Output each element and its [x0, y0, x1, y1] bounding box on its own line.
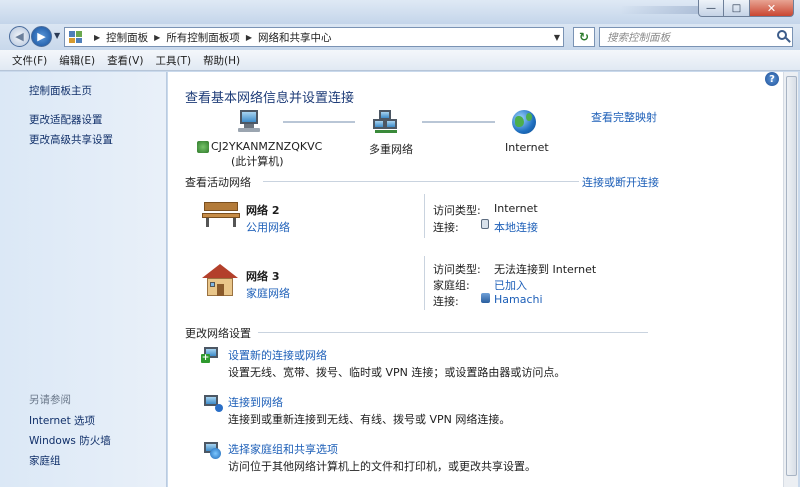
active-networks-heading: 查看活动网络	[185, 176, 251, 189]
internet-globe-icon	[512, 110, 536, 134]
setup-connection-link[interactable]: 设置新的连接或网络	[228, 347, 327, 363]
network-3-divider	[424, 256, 425, 310]
sidebar-link-firewall[interactable]: Windows 防火墙	[29, 433, 111, 448]
network-3-homegroup-label: 家庭组:	[433, 279, 470, 292]
network-3-access-label: 访问类型:	[433, 263, 481, 276]
network-2-connection-label: 连接:	[433, 221, 459, 234]
network-2-name: 网络 2	[246, 204, 280, 217]
homegroup-sharing-desc: 访问位于其他网络计算机上的文件和打印机，或更改共享设置。	[228, 460, 536, 473]
section-divider	[258, 332, 648, 333]
sidebar-link-advanced-sharing[interactable]: 更改高级共享设置	[29, 132, 113, 147]
menu-view[interactable]: 查看(V)	[101, 53, 149, 68]
sidebar: 控制面板主页 更改适配器设置 更改高级共享设置 另请参阅 Internet 选项…	[0, 72, 167, 487]
breadcrumb-arrow-icon[interactable]: ▶	[154, 33, 160, 42]
sidebar-link-adapter-settings[interactable]: 更改适配器设置	[29, 112, 103, 127]
main-content: 查看基本网络信息并设置连接 查看完整映射 CJ2YKANMZNZQKVC (此计…	[168, 72, 783, 487]
breadcrumb: ▶ 控制面板 ▶ 所有控制面板项 ▶ 网络和共享中心	[88, 30, 331, 45]
computer-subtitle: (此计算机)	[231, 155, 284, 168]
homegroup-sharing-link[interactable]: 选择家庭组和共享选项	[228, 441, 338, 457]
public-network-bench-icon	[202, 200, 240, 228]
back-button[interactable]: ◀	[9, 26, 30, 47]
breadcrumb-control-panel[interactable]: 控制面板	[106, 30, 148, 45]
map-connector-line	[283, 121, 355, 123]
help-icon[interactable]: ?	[765, 72, 779, 86]
menu-help[interactable]: 帮助(H)	[197, 53, 246, 68]
search-input[interactable]: 搜索控制面板	[599, 27, 793, 47]
close-button[interactable]: ✕	[750, 0, 794, 17]
network-3-connection-link[interactable]: Hamachi	[494, 293, 543, 306]
forward-button[interactable]: ▶	[31, 26, 52, 47]
title-bar: — □ ✕	[0, 0, 800, 24]
search-placeholder: 搜索控制面板	[607, 31, 670, 44]
breadcrumb-arrow-icon[interactable]: ▶	[246, 33, 252, 42]
sidebar-link-home[interactable]: 控制面板主页	[29, 83, 92, 98]
maximize-button[interactable]: □	[724, 0, 750, 17]
network-status-icon	[197, 141, 209, 153]
see-also-heading: 另请参阅	[29, 394, 71, 406]
title-bar-glow	[620, 6, 700, 14]
search-icon[interactable]	[777, 30, 787, 40]
view-full-map-link[interactable]: 查看完整映射	[591, 109, 657, 125]
multiple-networks-icon	[373, 110, 399, 134]
minimize-button[interactable]: —	[698, 0, 724, 17]
map-connector-line	[422, 121, 495, 123]
network-2-type-link[interactable]: 公用网络	[246, 219, 290, 235]
breadcrumb-arrow-icon[interactable]: ▶	[94, 33, 100, 42]
homegroup-sharing-icon	[201, 440, 223, 460]
network-2-divider	[424, 194, 425, 238]
hamachi-adapter-icon	[481, 293, 490, 303]
network-2-access-label: 访问类型:	[433, 204, 481, 217]
navigation-bar: ◀ ▶ ▼ ▶ 控制面板 ▶ 所有控制面板项 ▶ 网络和共享中心 ▼ ↻ 搜索控…	[0, 24, 800, 50]
menu-file[interactable]: 文件(F)	[6, 53, 53, 68]
menu-tools[interactable]: 工具(T)	[149, 53, 197, 68]
breadcrumb-network-center[interactable]: 网络和共享中心	[258, 30, 332, 45]
window-controls: — □ ✕	[698, 0, 794, 18]
new-connection-icon: +	[201, 345, 223, 365]
recent-pages-chevron-down-icon[interactable]: ▼	[54, 31, 60, 40]
refresh-button[interactable]: ↻	[573, 27, 595, 47]
internet-label: Internet	[505, 141, 549, 154]
page-title: 查看基本网络信息并设置连接	[185, 91, 355, 106]
network-2-connection-link[interactable]: 本地连接	[494, 219, 538, 235]
connect-to-network-icon	[201, 393, 223, 413]
connect-to-network-link[interactable]: 连接到网络	[228, 394, 283, 410]
network-3-type-link[interactable]: 家庭网络	[246, 285, 290, 301]
network-3-name: 网络 3	[246, 270, 280, 283]
connect-disconnect-link[interactable]: 连接或断开连接	[582, 174, 659, 190]
change-settings-heading: 更改网络设置	[185, 327, 251, 340]
breadcrumb-all-items[interactable]: 所有控制面板项	[166, 30, 240, 45]
vertical-scrollbar[interactable]	[783, 72, 798, 487]
network-3-homegroup-link[interactable]: 已加入	[494, 277, 527, 293]
network-2-access-value: Internet	[494, 202, 538, 215]
computer-icon	[236, 110, 262, 134]
menu-edit[interactable]: 编辑(E)	[53, 53, 101, 68]
menu-bar: 文件(F) 编辑(E) 查看(V) 工具(T) 帮助(H)	[0, 50, 800, 71]
home-network-house-icon	[202, 264, 238, 298]
ethernet-plug-icon	[481, 219, 489, 229]
computer-name: CJ2YKANMZNZQKVC	[211, 140, 323, 153]
sidebar-link-homegroup[interactable]: 家庭组	[29, 453, 61, 468]
setup-connection-desc: 设置无线、宽带、拨号、临时或 VPN 连接；或设置路由器或访问点。	[228, 366, 566, 379]
section-divider	[263, 181, 579, 182]
address-bar[interactable]: ▶ 控制面板 ▶ 所有控制面板项 ▶ 网络和共享中心 ▼	[64, 27, 564, 47]
connect-to-network-desc: 连接到或重新连接到无线、有线、拨号或 VPN 网络连接。	[228, 413, 511, 426]
multiple-networks-label: 多重网络	[369, 143, 413, 156]
sidebar-link-internet-options[interactable]: Internet 选项	[29, 413, 95, 428]
address-chevron-down-icon[interactable]: ▼	[554, 33, 560, 42]
control-panel-icon	[69, 31, 82, 43]
network-3-access-value: 无法连接到 Internet	[494, 263, 597, 276]
scrollbar-thumb[interactable]	[786, 76, 797, 476]
network-3-connection-label: 连接:	[433, 295, 459, 308]
